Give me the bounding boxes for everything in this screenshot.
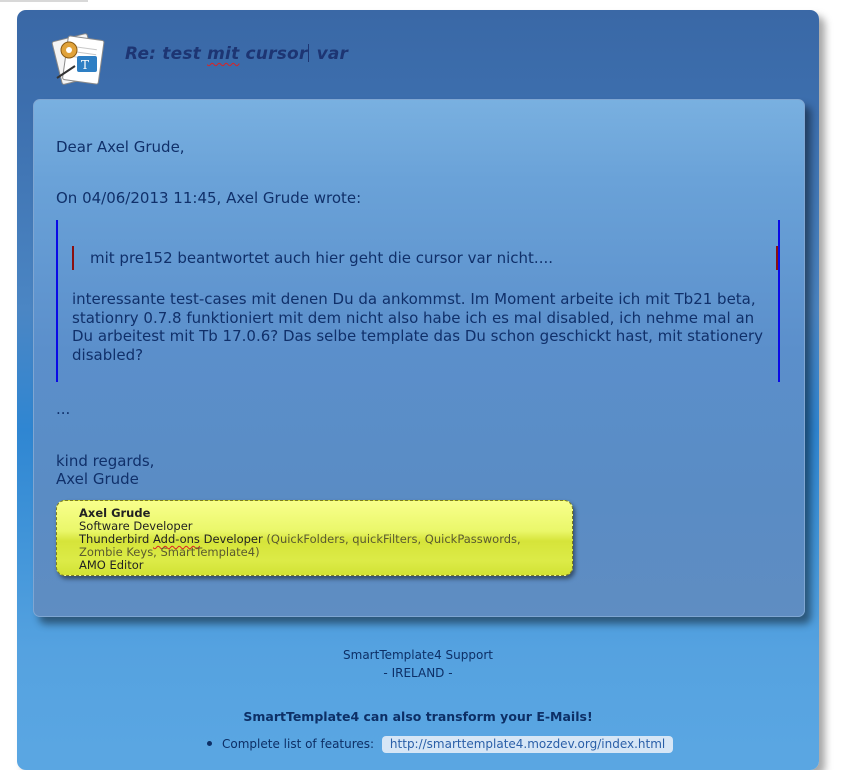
email-subject[interactable]: Re: test mit cursor var <box>125 44 348 64</box>
features-link[interactable]: http://smarttemplate4.mozdev.org/index.h… <box>381 736 674 753</box>
email-header: T Re: test mit cursor var <box>17 10 819 98</box>
top-edge-line <box>0 0 88 2</box>
signature-role-prefix: Thunderbird <box>79 532 153 546</box>
signature-box: Axel Grude Software Developer Thunderbir… <box>56 500 573 576</box>
ellipsis: ... <box>56 400 71 418</box>
svg-text:T: T <box>81 58 89 72</box>
subject-suffix: var <box>310 44 349 64</box>
signer-name: Axel Grude <box>56 470 139 488</box>
quoted-paragraph: interessante test-cases mit denen Du da … <box>72 290 763 364</box>
features-row: Complete list of features: http://smartt… <box>207 736 674 753</box>
footer-country: - IRELAND - <box>383 666 453 680</box>
quote-attribution: On 04/06/2013 11:45, Axel Grude wrote: <box>56 189 362 207</box>
message-body-card[interactable]: Dear Axel Grude, On 04/06/2013 11:45, Ax… <box>33 99 805 617</box>
signature-role-suffix: Developer <box>199 532 267 546</box>
features-label: Complete list of features: <box>222 737 375 751</box>
closing-line: kind regards, <box>56 452 155 470</box>
nested-quote-text: mit pre152 beantwortet auch hier geht di… <box>90 249 554 267</box>
closing-block: kind regards, Axel Grude <box>56 452 154 488</box>
smarttemplate-logo-icon: T <box>47 26 111 92</box>
signature-extra-role: AMO Editor <box>79 558 144 572</box>
nested-quote: mit pre152 beantwortet auch hier geht di… <box>72 246 778 270</box>
subject-prefix: Re: test <box>125 44 208 64</box>
quoted-message: mit pre152 beantwortet auch hier geht di… <box>56 220 780 382</box>
subject-misspelled-word: mit <box>207 44 240 64</box>
greeting: Dear Axel Grude, <box>56 138 185 156</box>
subject-middle: cursor <box>239 44 308 64</box>
footer-support: SmartTemplate4 Support <box>343 648 493 662</box>
signature-role: Thunderbird Add-ons Developer (QuickFold… <box>79 533 559 559</box>
signature-role-misspelled: Add-ons <box>152 532 200 546</box>
email-template-container: T Re: test mit cursor var Dear Axel Grud… <box>17 10 819 770</box>
footer-promo: SmartTemplate4 can also transform your E… <box>243 709 593 724</box>
